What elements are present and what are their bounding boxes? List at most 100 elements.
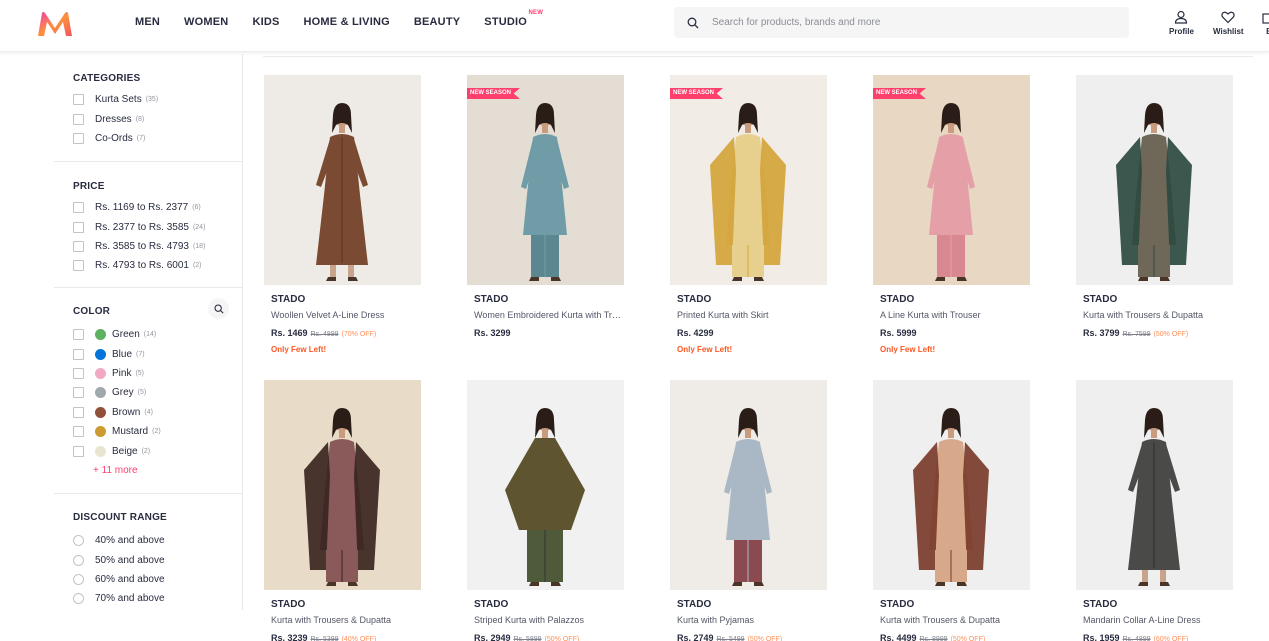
radio-button[interactable] [73, 554, 84, 566]
color-more-link[interactable]: + 11 more [93, 465, 242, 476]
new-season-badge: NEW SEASON [467, 88, 521, 99]
discount-label: (50% OFF) [544, 636, 580, 641]
product-card[interactable]: NEW SEASON STADO A Line Kurta with Trouser… [873, 75, 1030, 355]
bag-button[interactable]: B [1262, 10, 1269, 36]
wishlist-button[interactable]: Wishlist [1213, 10, 1244, 36]
product-card[interactable]: STADO Kurta with Trousers & Dupatta Rs. 32… [264, 380, 421, 641]
checkbox[interactable] [73, 387, 84, 399]
price-current: Rs. 5999 [880, 328, 917, 338]
product-image[interactable] [1076, 75, 1233, 285]
discount-label: (60% OFF) [1153, 636, 1189, 641]
profile-button[interactable]: Profile [1169, 10, 1194, 36]
nav-item-beauty[interactable]: BEAUTY [414, 16, 460, 28]
checkbox[interactable] [73, 240, 84, 252]
product-image[interactable]: NEW SEASON [467, 75, 624, 285]
discount-section: DISCOUNT RANGE 40% and above 50% and abov… [54, 494, 242, 609]
nav-item-studio[interactable]: STUDIO NEW [484, 10, 543, 28]
product-photo [264, 380, 421, 590]
color-option[interactable]: Mustard (2) [73, 422, 242, 441]
nav-item-women[interactable]: WOMEN [184, 16, 228, 28]
color-option-label: Mustard [112, 426, 149, 438]
product-card[interactable]: STADO Kurta with Trousers & Dupatta Rs. 44… [873, 380, 1030, 641]
checkbox[interactable] [73, 94, 84, 106]
product-card[interactable]: NEW SEASON STADO Women Embroidered Kurta w… [467, 75, 624, 340]
product-name: Kurta with Pyjamas [677, 615, 755, 625]
checkbox[interactable] [73, 406, 84, 418]
color-option[interactable]: Blue (7) [73, 344, 242, 363]
categories-option[interactable]: Kurta Sets (35) [73, 90, 242, 109]
price-current: Rs. 4299 [677, 328, 714, 338]
nav-label: MEN [135, 16, 161, 28]
stock-warning: Only Few Left! [880, 345, 936, 354]
color-option[interactable]: Grey (5) [73, 383, 242, 402]
categories-option[interactable]: Dresses (8) [73, 109, 242, 128]
product-price: Rs. 2749 Rs. 5499 (50% OFF) [677, 633, 827, 641]
discount-option[interactable]: 60% and above [73, 570, 242, 589]
discount-option[interactable]: 40% and above [73, 531, 242, 550]
price-mrp: Rs. 8999 [919, 636, 948, 641]
new-season-badge: NEW SEASON [873, 88, 927, 99]
price-option[interactable]: Rs. 2377 to Rs. 3585 (24) [73, 217, 242, 236]
categories-option[interactable]: Co-Ords (7) [73, 129, 242, 148]
product-image[interactable] [1076, 380, 1233, 590]
color-option[interactable]: Green (14) [73, 325, 242, 344]
product-card[interactable]: STADO Striped Kurta with Palazzos Rs. 2949… [467, 380, 624, 641]
product-card[interactable]: NEW SEASON STADO Printed Kurta with Skirt R… [670, 75, 827, 355]
nav-item-kids[interactable]: KIDS [252, 16, 279, 28]
myntra-logo[interactable] [36, 10, 74, 38]
radio-button[interactable] [73, 593, 84, 605]
categories-section: CATEGORIES Kurta Sets (35) Dresses (8) Co-Or… [54, 54, 242, 162]
search-icon[interactable] [678, 7, 708, 38]
search-bar[interactable] [674, 7, 1129, 38]
categories-option-count: (7) [136, 134, 146, 142]
grid-divider [263, 56, 1253, 57]
product-card[interactable]: STADO Woollen Velvet A-Line Dress Rs. 1469… [264, 75, 421, 355]
product-card[interactable]: STADO Mandarin Collar A-Line Dress Rs. 195… [1076, 380, 1233, 641]
checkbox[interactable] [73, 348, 84, 360]
new-badge: NEW [528, 10, 544, 16]
checkbox[interactable] [73, 202, 84, 214]
color-search-button[interactable] [208, 298, 229, 319]
product-brand: STADO [271, 599, 306, 610]
product-card[interactable]: STADO Kurta with Trousers & Dupatta Rs. 37… [1076, 75, 1233, 340]
product-image[interactable] [264, 380, 421, 590]
color-option[interactable]: Pink (5) [73, 364, 242, 383]
price-option-label: Rs. 2377 to Rs. 3585 [95, 221, 189, 233]
price-option-label: Rs. 1169 to Rs. 2377 [95, 202, 189, 214]
product-image[interactable]: NEW SEASON [873, 75, 1030, 285]
product-image[interactable] [264, 75, 421, 285]
product-image[interactable]: NEW SEASON [670, 75, 827, 285]
nav-label: BEAUTY [413, 16, 461, 28]
color-swatch [95, 426, 106, 438]
color-swatch [95, 348, 106, 360]
discount-option[interactable]: 50% and above [73, 550, 242, 569]
product-image[interactable] [670, 380, 827, 590]
color-option[interactable]: Beige (2) [73, 441, 242, 460]
checkbox[interactable] [73, 426, 84, 438]
price-option[interactable]: Rs. 4793 to Rs. 6001 (2) [73, 256, 242, 275]
radio-button[interactable] [73, 535, 84, 547]
checkbox[interactable] [73, 132, 84, 144]
profile-icon [1175, 10, 1188, 24]
product-card[interactable]: STADO Kurta with Pyjamas Rs. 2749 Rs. 5499(… [670, 380, 827, 641]
discount-option[interactable]: 70% and above [73, 589, 242, 608]
color-option-count: (2) [141, 447, 151, 455]
nav-item-men[interactable]: MEN [135, 16, 160, 28]
search-input[interactable] [712, 17, 1112, 28]
product-photo [1076, 380, 1233, 590]
checkbox[interactable] [73, 221, 84, 233]
checkbox[interactable] [73, 260, 84, 272]
checkbox[interactable] [73, 329, 84, 341]
price-option[interactable]: Rs. 1169 to Rs. 2377 (6) [73, 198, 242, 217]
color-swatch [95, 329, 106, 341]
nav-item-home-living[interactable]: HOME & LIVING [304, 16, 390, 28]
price-option[interactable]: Rs. 3585 to Rs. 4793 (18) [73, 237, 242, 256]
product-image[interactable] [467, 380, 624, 590]
checkbox[interactable] [73, 367, 84, 379]
main-nav: MEN WOMEN KIDS HOME & LIVING BEAUTY STUDIO NEW [135, 0, 551, 44]
product-image[interactable] [873, 380, 1030, 590]
radio-button[interactable] [73, 573, 84, 585]
checkbox[interactable] [73, 113, 84, 125]
color-option[interactable]: Brown (4) [73, 403, 242, 422]
checkbox[interactable] [73, 445, 84, 457]
